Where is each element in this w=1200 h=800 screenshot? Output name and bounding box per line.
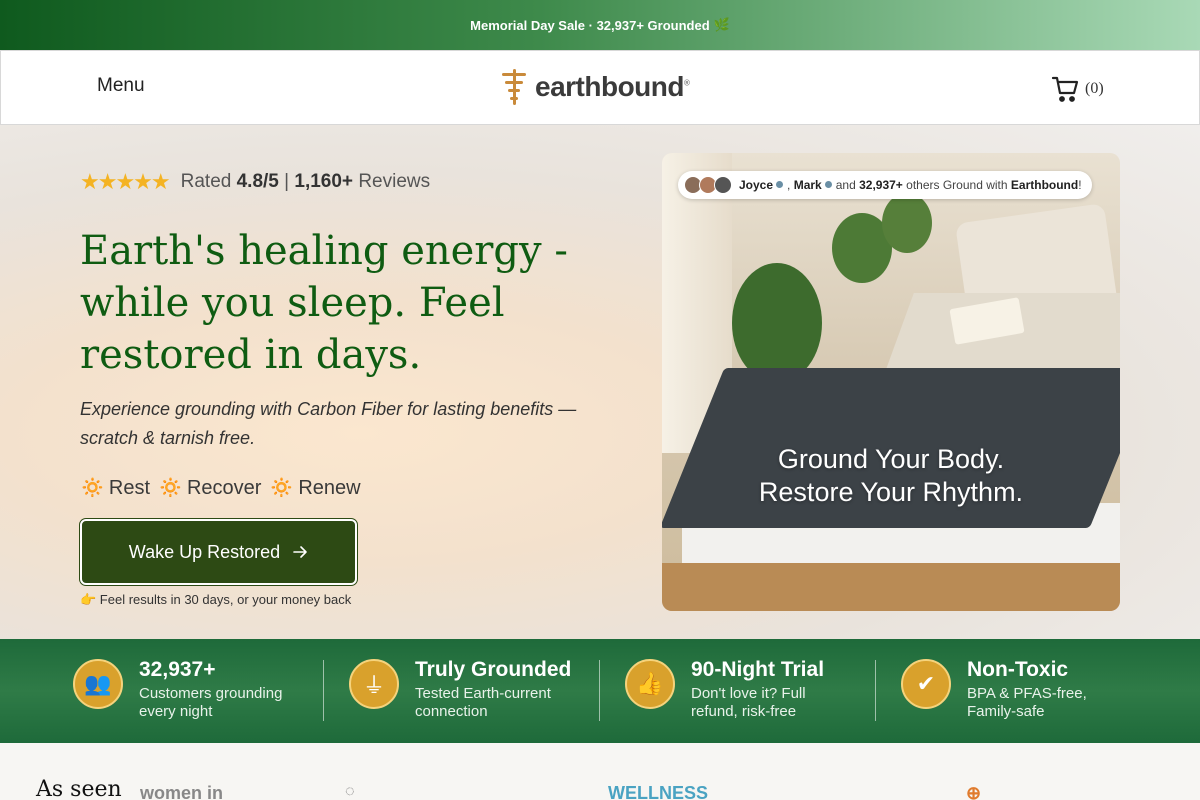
review-count: 1,160+ [294, 171, 354, 192]
benefit-rest: 🔅 Rest [80, 477, 151, 499]
rating-value: 4.8/5 [236, 171, 279, 192]
logo[interactable]: earthbound® [501, 69, 690, 105]
hero-section: ★★★★★ Rated 4.8/5 | 1,160+ Reviews Earth… [0, 125, 1200, 639]
avatar [714, 176, 732, 194]
as-seen-section: As seen women in ◌ WELLNESS ⊕ [0, 743, 1200, 800]
wake-up-restored-button[interactable]: Wake Up Restored [80, 519, 357, 585]
avatar-group [684, 176, 732, 194]
social-proof-pill: Joyce, Mark and 32,937+ others Ground wi… [678, 171, 1092, 199]
leaf-icon: 🌿 [713, 17, 730, 32]
plant-decor [732, 263, 822, 383]
announcement-bar: Memorial Day Sale · 32,937+ Grounded 🌿 [0, 0, 1200, 50]
logo-text: earthbound® [535, 71, 690, 102]
benefit-recover: 🔅 Recover [158, 477, 262, 499]
press-logo-women-in: women in [140, 783, 224, 800]
review-label: Reviews [358, 171, 431, 192]
star-rating-icon: ★★★★★ [80, 169, 171, 194]
ground-icon: ⏚ [349, 659, 399, 709]
trust-item-customers: 👥 32,937+ Customers grounding every nigh… [73, 659, 282, 721]
divider [599, 660, 600, 721]
logo-mark-icon [501, 69, 527, 105]
sun-icon: 🔅 [158, 477, 183, 499]
hero-subline: Experience grounding with Carbon Fiber f… [80, 399, 577, 448]
arrow-right-icon [293, 546, 308, 558]
site-header: Menu earthbound® (0) [0, 50, 1200, 125]
trust-item-trial: 👍 90-Night Trial Don't love it? Full ref… [625, 659, 824, 721]
hero-headline: Earth's healing energy - while you sleep… [80, 228, 568, 378]
as-seen-label: As seen [36, 777, 122, 800]
press-logo-icon: ◌ [345, 783, 355, 800]
trust-bar: 👥 32,937+ Customers grounding every nigh… [0, 639, 1200, 743]
hero-image-caption: Ground Your Body. Restore Your Rhythm. [758, 444, 1024, 507]
hero-image: Joyce, Mark and 32,937+ others Ground wi… [662, 153, 1120, 611]
divider [875, 660, 876, 721]
rating-prefix: Rated [180, 171, 232, 192]
benefit-pillars: 🔅 Rest 🔅 Recover 🔅 Renew [80, 475, 361, 500]
press-logo-plus-icon: ⊕ [966, 783, 982, 800]
sun-icon: 🔅 [80, 477, 105, 499]
cta-label: Wake Up Restored [128, 541, 281, 562]
money-back-guarantee: 👉 Feel results in 30 days, or your money… [80, 592, 352, 607]
cart-button[interactable]: (0) [1051, 75, 1104, 103]
check-shield-icon: ✔ [901, 659, 951, 709]
trust-item-grounded: ⏚ Truly Grounded Tested Earth-current co… [349, 659, 571, 721]
rating-row: ★★★★★ Rated 4.8/5 | 1,160+ Reviews [80, 169, 430, 195]
divider [323, 660, 324, 721]
benefit-renew: 🔅 Renew [269, 477, 361, 499]
plant-decor [882, 193, 932, 253]
announcement-text: Memorial Day Sale · 32,937+ Grounded [470, 17, 710, 33]
sun-icon: 🔅 [269, 477, 295, 499]
bed-frame [662, 563, 1120, 611]
people-icon: 👥 [73, 659, 123, 709]
cart-count: (0) [1085, 80, 1104, 97]
thumbs-up-icon: 👍 [625, 659, 675, 709]
cart-icon [1051, 76, 1079, 102]
press-logo-wellness: WELLNESS [608, 783, 709, 800]
menu-button[interactable]: Menu [97, 75, 145, 97]
trust-item-non-toxic: ✔ Non-Toxic BPA & PFAS-free, Family-safe [901, 659, 1087, 721]
rating-separator: | [284, 171, 290, 192]
